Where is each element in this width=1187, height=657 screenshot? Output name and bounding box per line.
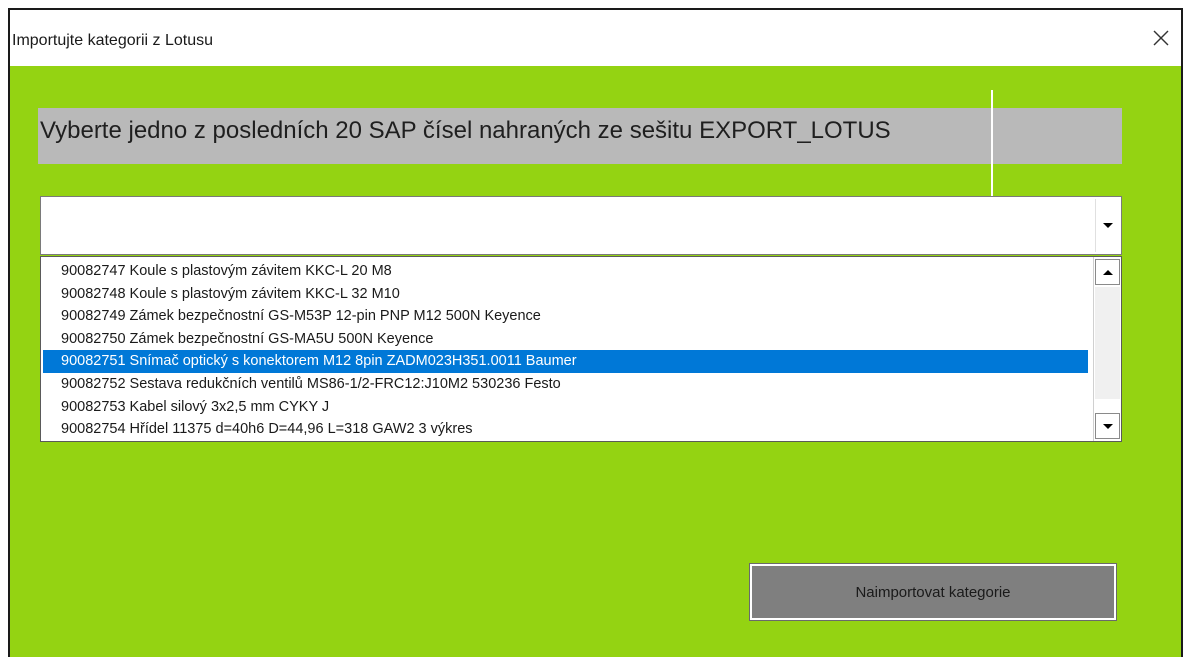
list-item[interactable]: 90082753 Kabel silový 3x2,5 mm CYKY J (43, 396, 1088, 419)
dialog-window: Importujte kategorii z Lotusu Vyberte je… (8, 8, 1183, 657)
title-bar[interactable]: Importujte kategorii z Lotusu (10, 10, 1181, 66)
scrollbar-track[interactable] (1095, 287, 1120, 399)
list-scrollbar[interactable] (1093, 257, 1121, 441)
chevron-down-icon (1102, 223, 1113, 228)
list-item[interactable]: 90082749 Zámek bezpečnostní GS-M53P 12-p… (43, 305, 1088, 328)
dialog-client-area: Vyberte jedno z posledních 20 SAP čísel … (10, 66, 1181, 657)
list-item[interactable]: 90082752 Sestava redukčních ventilů MS86… (43, 373, 1088, 396)
chevron-down-icon (1102, 423, 1113, 429)
window-title: Importujte kategorii z Lotusu (12, 32, 213, 49)
sap-number-combobox[interactable] (40, 196, 1122, 255)
sap-number-dropdown-list[interactable]: 90082747 Koule s plastovým závitem KKC-L… (40, 256, 1122, 442)
list-item[interactable]: 90082754 Hřídel 11375 d=40h6 D=44,96 L=3… (43, 418, 1088, 441)
text-cursor (991, 90, 993, 198)
list-item[interactable]: 90082750 Zámek bezpečnostní GS-MA5U 500N… (43, 328, 1088, 351)
list-items-container: 90082747 Koule s plastovým závitem KKC-L… (43, 260, 1088, 441)
heading-panel: Vyberte jedno z posledních 20 SAP čísel … (38, 108, 1122, 164)
scroll-down-button[interactable] (1095, 413, 1120, 439)
list-item-selected[interactable]: 90082751 Snímač optický s konektorem M12… (43, 350, 1088, 373)
close-icon (1153, 30, 1169, 46)
combobox-dropdown-button[interactable] (1095, 199, 1119, 252)
close-button[interactable] (1141, 18, 1181, 58)
instruction-heading: Vyberte jedno z posledních 20 SAP čísel … (40, 117, 891, 144)
import-categories-button[interactable]: Naimportovat kategorie (749, 563, 1117, 621)
scroll-up-button[interactable] (1095, 259, 1120, 285)
list-item[interactable]: 90082748 Koule s plastovým závitem KKC-L… (43, 283, 1088, 306)
list-item[interactable]: 90082747 Koule s plastovým závitem KKC-L… (43, 260, 1088, 283)
chevron-up-icon (1102, 269, 1113, 275)
